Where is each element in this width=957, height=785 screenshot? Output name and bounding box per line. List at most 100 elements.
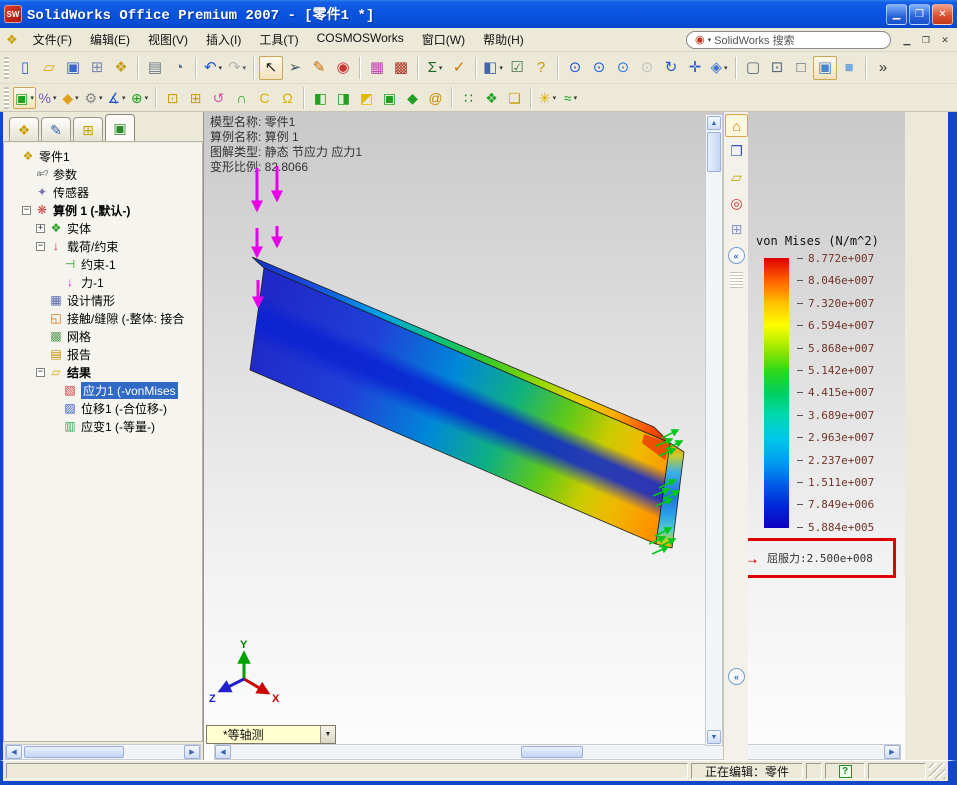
file-explorer-tab[interactable]: ▱	[725, 166, 748, 189]
task-pane-collapse-button-lower[interactable]: «	[728, 668, 745, 685]
combo-dropdown-icon[interactable]: ▼	[320, 726, 335, 743]
standard-views-button[interactable]: ◈ ▾	[707, 56, 731, 80]
dropdown-arrow-icon[interactable]: ▾	[243, 64, 247, 72]
tree-item[interactable]: + ❖ 实体	[4, 219, 202, 237]
toolbar-grip[interactable]	[4, 86, 9, 109]
new-document-button[interactable]: ▯	[13, 56, 37, 80]
mdi-close-button[interactable]: ✕	[937, 32, 953, 48]
pan-button[interactable]: ✛	[683, 56, 707, 80]
redo-button[interactable]: ↷ ▾	[225, 56, 249, 80]
tree-item[interactable]: − ▱ 结果	[4, 363, 202, 381]
select-other-button[interactable]: ➢	[283, 56, 307, 80]
report-button[interactable]: @	[424, 87, 447, 109]
tree-item[interactable]: − ↓ 载荷/约束	[4, 237, 202, 255]
tile-plots-button[interactable]: ❏	[503, 87, 526, 109]
task-pane-drag-handle[interactable]	[729, 272, 743, 288]
dropdown-arrow-icon[interactable]: ▾	[53, 94, 57, 102]
graphics-vscrollbar[interactable]: ▲ ▼	[705, 114, 723, 746]
dropdown-arrow-icon[interactable]: ▾	[574, 94, 578, 102]
search-box[interactable]: ◉ ▾ SolidWorks 搜索	[686, 31, 891, 49]
run-analysis-button[interactable]: ⊡	[161, 87, 184, 109]
apply-material-button[interactable]: % ▾	[36, 87, 59, 109]
mdi-minimize-button[interactable]: ▁	[899, 32, 915, 48]
view-orientation-combo[interactable]: *等轴测 ▼	[206, 725, 336, 744]
wireframe-button[interactable]: ▢	[741, 56, 765, 80]
scroll-left-icon[interactable]: ◀	[215, 745, 231, 759]
stress-colored-beam[interactable]	[249, 256, 685, 549]
study-button[interactable]: ▣ ▾	[13, 86, 36, 109]
dropdown-arrow-icon[interactable]: ▾	[439, 64, 443, 72]
undo-button[interactable]: ↶ ▾	[201, 56, 225, 80]
print-preview-button[interactable]: ◔	[167, 56, 191, 80]
minimize-button[interactable]: ▁	[886, 3, 907, 25]
make-drawing-button[interactable]: ⊞	[85, 56, 109, 80]
shaded-with-edges-button[interactable]: ▣	[813, 55, 837, 80]
toolbar-overflow-button[interactable]: »	[871, 56, 895, 80]
scroll-right-icon[interactable]: ▶	[184, 745, 200, 759]
tree-item[interactable]: a=? 参数	[4, 165, 202, 183]
alert-bell-button[interactable]: Ω	[276, 87, 299, 109]
scrollbar-thumb[interactable]	[521, 746, 583, 758]
scroll-up-icon[interactable]: ▲	[707, 116, 721, 130]
tree-item[interactable]: ◱ 接触/缝隙 (-整体: 接合	[4, 309, 202, 327]
resize-grip[interactable]	[929, 763, 945, 779]
loads-button[interactable]: ⚙ ▾	[82, 87, 105, 109]
search-dropdown-icon[interactable]: ▾	[708, 36, 712, 44]
close-button[interactable]: ✕	[932, 3, 953, 25]
solidworks-resources-tab[interactable]: ⌂	[725, 114, 748, 137]
dropdown-arrow-icon[interactable]: ▾	[145, 94, 149, 102]
mesh-control-button[interactable]: ∡ ▾	[105, 87, 128, 109]
rotate-view-button[interactable]: ↻	[659, 56, 683, 80]
options-list-button[interactable]: ☑	[505, 56, 529, 80]
tree-item[interactable]: − ❋ 算例 1 (-默认-)	[4, 201, 202, 219]
iso-clipping-button[interactable]: ↺	[207, 87, 230, 109]
displacement-plot-button[interactable]: ◨	[332, 87, 355, 109]
save-button[interactable]: ▣	[61, 56, 85, 80]
dropdown-arrow-icon[interactable]: ▾	[30, 94, 34, 102]
featuremanager-tab[interactable]: ❖	[9, 117, 39, 141]
task-pane-collapse-button[interactable]: «	[727, 247, 745, 264]
task-pane-button[interactable]: ◧ ▾	[481, 56, 505, 80]
zoom-to-fit-button[interactable]: ⊙	[563, 56, 587, 80]
section-clipping-button[interactable]: ∩	[230, 87, 253, 109]
menu-view[interactable]: 视图(V)	[139, 28, 197, 51]
select-tool-button[interactable]: ↖	[259, 55, 283, 80]
optimization-button[interactable]: ❖	[480, 87, 503, 109]
menu-insert[interactable]: 插入(I)	[197, 28, 250, 51]
measure-button[interactable]: Σ ▾	[423, 56, 447, 80]
tree-item[interactable]: ▩ 网格	[4, 327, 202, 345]
color-swatches-button[interactable]: ▦	[365, 56, 389, 80]
stress-plot-button[interactable]: ◧	[309, 87, 332, 109]
view-palette-tab[interactable]: ⊞	[725, 218, 748, 241]
deformation-plot-button[interactable]: ▣	[378, 87, 401, 109]
dropdown-arrow-icon[interactable]: ▾	[553, 94, 557, 102]
scroll-down-icon[interactable]: ▼	[707, 730, 721, 744]
display-lights-button[interactable]: ◉	[331, 56, 355, 80]
tree-item[interactable]: ⊣ 约束-1	[4, 255, 202, 273]
strain-plot-button[interactable]: ◩	[355, 87, 378, 109]
status-help-cell[interactable]: ?	[825, 763, 865, 779]
tree-expander-icon[interactable]: −	[22, 205, 31, 215]
graphics-hscrollbar[interactable]: ◀ ▶	[214, 744, 901, 760]
scroll-left-icon[interactable]: ◀	[6, 745, 22, 759]
panel-hscrollbar[interactable]: ◀ ▶	[5, 744, 201, 760]
texture-button[interactable]: ▩	[389, 56, 413, 80]
dropdown-arrow-icon[interactable]: ▾	[219, 64, 223, 72]
zoom-to-area-button[interactable]: ⊙	[587, 56, 611, 80]
propertymanager-tab[interactable]: ✎	[41, 117, 71, 141]
print-button[interactable]: ▤	[143, 56, 167, 80]
menu-edit[interactable]: 编辑(E)	[81, 28, 139, 51]
mdi-restore-button[interactable]: ❐	[918, 32, 934, 48]
dropdown-arrow-icon[interactable]: ▾	[724, 64, 728, 72]
tree-item[interactable]: ❖ 零件1	[4, 147, 202, 165]
toolbar-grip[interactable]	[4, 56, 9, 79]
design-check-button[interactable]: ⊞	[184, 87, 207, 109]
tree-item[interactable]: ▦ 设计情形	[4, 291, 202, 309]
mesh-button[interactable]: ⊕ ▾	[128, 87, 151, 109]
scrollbar-thumb[interactable]	[24, 746, 124, 758]
design-library-tab[interactable]: ❒	[725, 140, 748, 163]
tree-item[interactable]: ▤ 报告	[4, 345, 202, 363]
hidden-lines-removed-button[interactable]: □	[789, 56, 813, 80]
menu-window[interactable]: 窗口(W)	[413, 28, 474, 51]
zoom-in-out-button[interactable]: ⊙	[611, 56, 635, 80]
